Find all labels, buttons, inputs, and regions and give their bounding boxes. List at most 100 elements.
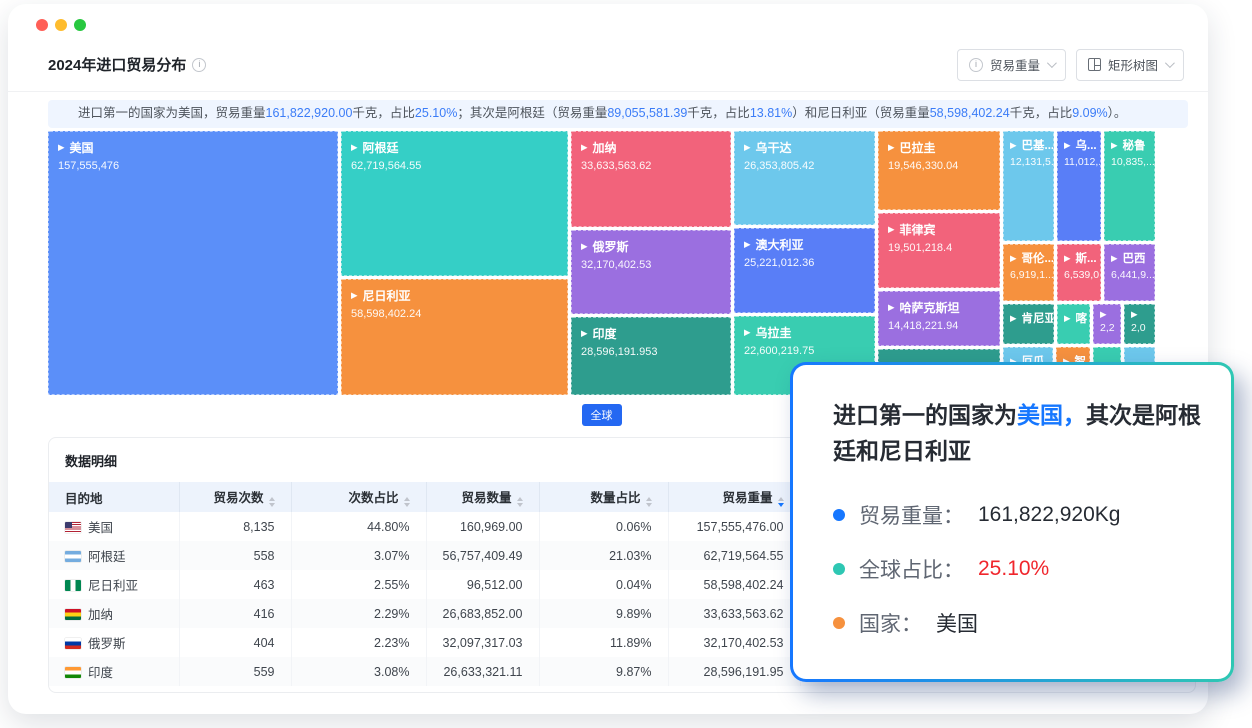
drilldown-arrow-icon: ▶ [58,143,65,152]
drilldown-arrow-icon: ▶ [1010,254,1017,263]
treemap-cell-cell-20[interactable]: ▶2,0 [1124,304,1155,344]
column-header-贸易重量[interactable]: 贸易重量 [668,482,800,512]
treemap-cell-label: ▶哥伦... [1010,250,1047,266]
column-header-次数占比[interactable]: 次数占比 [291,482,426,512]
drilldown-arrow-icon: ▶ [888,303,895,312]
treemap-cell-value: 2,0 [1131,322,1148,334]
metric-selector[interactable]: i 贸易重量 [957,49,1066,81]
drilldown-arrow-icon: ▶ [1064,254,1071,263]
destination-cell: 印度 [49,657,179,686]
treemap-cell-colombia[interactable]: ▶哥伦... 6,919,1... [1003,244,1054,301]
summary-accent-value: 161,822,920.00 [266,105,353,123]
column-header-label: 贸易数量 [461,491,511,505]
value-cell: 157,555,476.00 [668,512,800,541]
summary-segment: 千克，占比 [1010,105,1073,123]
sort-icon[interactable] [404,497,410,507]
treemap-cell-value: 25,221,012.36 [744,257,865,269]
info-icon[interactable]: i [192,58,206,72]
treemap-cell-si[interactable]: ▶斯...6,539,0... [1057,244,1101,301]
value-cell: 0.04% [539,570,668,599]
value-cell: 2.55% [291,570,426,599]
treemap-cell-label: ▶巴基... [1010,137,1047,153]
maximize-window-button[interactable] [74,19,86,31]
treemap-cell-label: ▶加纳 [581,139,721,156]
minimize-window-button[interactable] [55,19,67,31]
treemap-cell-nigeria[interactable]: ▶尼日利亚58,598,402.24 [341,279,568,395]
treemap-cell-paraguay[interactable]: ▶巴拉圭19,546,330.04 [878,131,1000,210]
drilldown-arrow-icon: ▶ [581,329,588,338]
treemap-cell-russia[interactable]: ▶俄罗斯32,170,402.53 [571,230,731,314]
column-header-label: 数量占比 [590,491,640,505]
sort-icon[interactable] [778,497,784,507]
sort-icon[interactable] [269,497,275,507]
treemap-cell-label: ▶巴西 [1111,250,1148,266]
summary-segment: ）和尼日利亚（贸易重量 [792,105,930,123]
drilldown-arrow-icon: ▶ [744,240,751,249]
tooltip-metric-label: 国家： [859,608,922,638]
treemap-cell-argentina[interactable]: ▶阿根廷62,719,564.55 [341,131,568,276]
treemap-cell-philippines[interactable]: ▶菲律宾19,501,218.4 [878,213,1000,288]
treemap-cell-label: ▶喀 [1064,310,1083,326]
value-cell: 96,512.00 [426,570,539,599]
treemap-cell-label: ▶乌拉圭 [744,324,865,341]
value-cell: 559 [179,657,291,686]
drilldown-arrow-icon: ▶ [351,291,358,300]
value-cell: 26,633,321.11 [426,657,539,686]
destination-cell: 加纳 [49,599,179,628]
summary-accent-value: 58,598,402.24 [930,105,1010,123]
drilldown-arrow-icon: ▶ [1100,310,1107,319]
value-cell: 33,633,563.62 [668,599,800,628]
summary-accent-value: 89,055,581.39 [607,105,687,123]
breadcrumb-root[interactable]: 全球 [582,404,622,426]
treemap-cell-label: ▶尼日利亚 [351,287,558,304]
treemap-cell-peru[interactable]: ▶秘鲁10,835,... [1104,131,1155,241]
flag-icon-ar [65,551,81,562]
sort-icon[interactable] [646,497,652,507]
sort-icon[interactable] [517,497,523,507]
chart-type-label: 矩形树图 [1108,55,1158,74]
treemap-cell-value: 26,353,805.42 [744,160,865,172]
summary-segment: ）。 [1108,105,1127,123]
value-cell: 9.87% [539,657,668,686]
destination-cell: 俄罗斯 [49,628,179,657]
treemap-cell-value: 19,546,330.04 [888,160,990,172]
treemap-cell-australia[interactable]: ▶澳大利亚25,221,012.36 [734,228,875,313]
treemap-cell-ka[interactable]: ▶喀 [1057,304,1090,344]
summary-segment: 千克，占比 [687,105,750,123]
treemap-cell-uganda[interactable]: ▶乌干达 26,353,805.42 [734,131,875,225]
bullet-dot-icon [833,509,845,521]
treemap-cell-value: 28,596,191.953 [581,346,721,358]
drilldown-arrow-icon: ▶ [1064,314,1071,323]
treemap-cell-label: ▶乌干达 [744,139,865,156]
insight-tooltip: 进口第一的国家为美国，其次是阿根廷和尼日利亚 贸易重量：161,822,920K… [790,362,1234,682]
flag-icon-ng [65,580,81,591]
treemap-cell-label: ▶哈萨克斯坦 [888,299,990,316]
tooltip-metric-row: 国家：美国 [833,608,1191,638]
flag-icon-us [65,522,81,533]
treemap-cell-india[interactable]: ▶印度28,596,191.953 [571,317,731,395]
treemap-cell-value: 6,919,1... [1010,269,1047,281]
treemap-cell-ghana[interactable]: ▶加纳33,633,563.62 [571,131,731,227]
treemap-cell-pakistan[interactable]: ▶巴基...12,131,5... [1003,131,1054,241]
column-header-数量占比[interactable]: 数量占比 [539,482,668,512]
treemap-cell-kenya[interactable]: ▶肯尼亚 [1003,304,1054,344]
treemap-cell-value: 6,539,0... [1064,269,1094,281]
treemap-cell-label: ▶俄罗斯 [581,238,721,255]
value-cell: 21.03% [539,541,668,570]
summary-segment: 千克，占比 [352,105,415,123]
close-window-button[interactable] [36,19,48,31]
bullet-dot-icon [833,563,845,575]
treemap-cell-usa[interactable]: ▶美国157,555,476 [48,131,338,395]
destination-cell: 美国 [49,512,179,541]
treemap-cell-wu[interactable]: ▶乌...11,012,... [1057,131,1101,241]
column-header-贸易次数[interactable]: 贸易次数 [179,482,291,512]
value-cell: 2.29% [291,599,426,628]
treemap-cell-brazil[interactable]: ▶巴西6,441,9... [1104,244,1155,301]
chart-type-selector[interactable]: 矩形树图 [1076,49,1184,81]
treemap-cell-kazakhstan[interactable]: ▶哈萨克斯坦14,418,221.94 [878,291,1000,346]
column-header-贸易数量[interactable]: 贸易数量 [426,482,539,512]
drilldown-arrow-icon: ▶ [1010,141,1017,150]
treemap: ▶美国157,555,476▶阿根廷62,719,564.55▶尼日利亚58,5… [48,131,1155,395]
treemap-cell-cell-22[interactable]: ▶2,2 [1093,304,1121,344]
treemap-cell-label: ▶美国 [58,139,328,156]
